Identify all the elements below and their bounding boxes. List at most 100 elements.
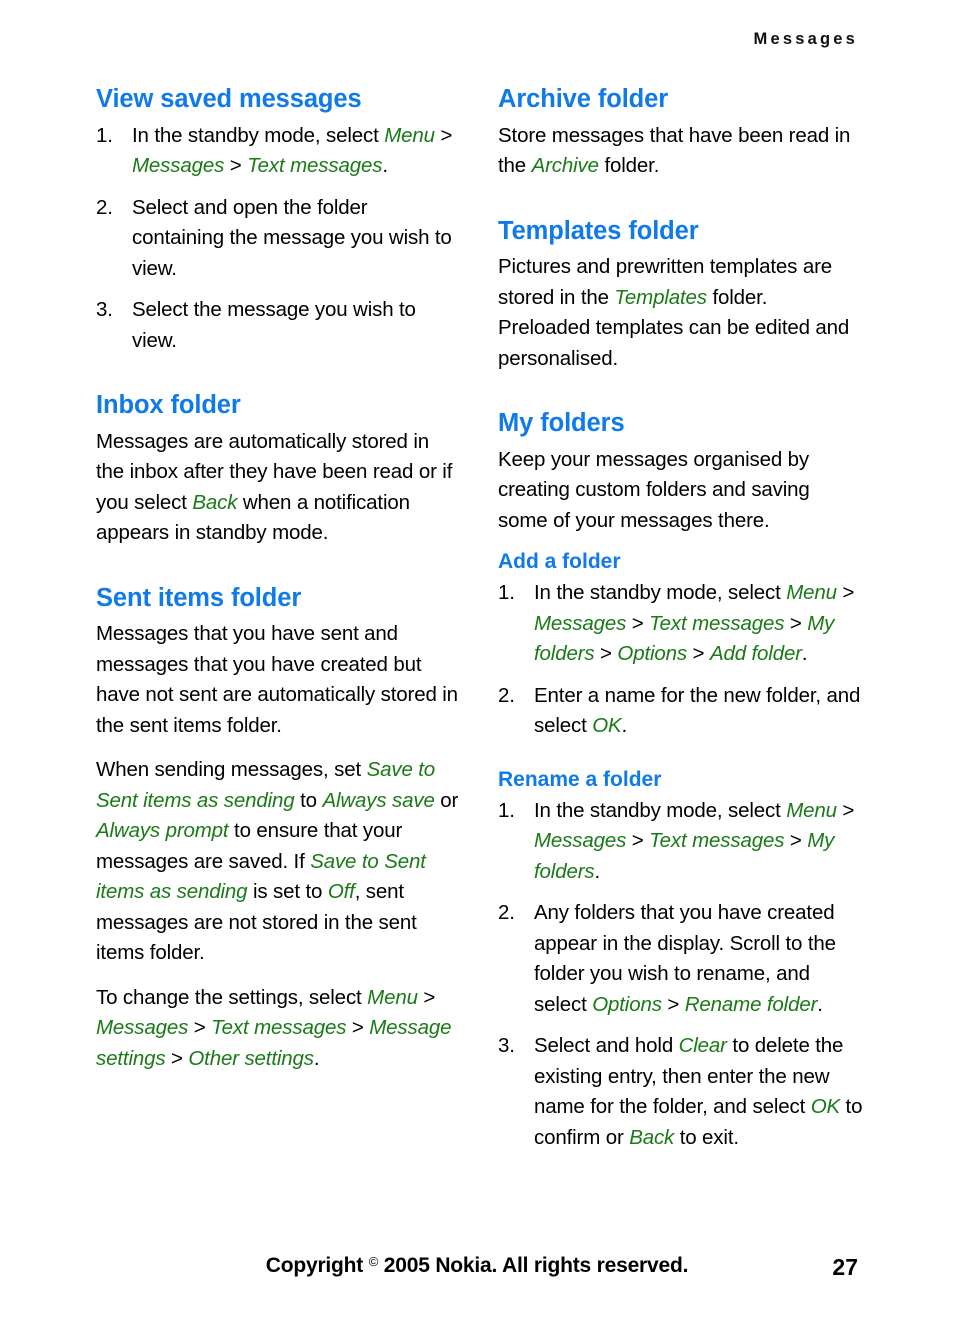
step-item: In the standby mode, select Menu > Messa… <box>498 578 864 670</box>
text-run: . <box>313 1046 320 1070</box>
path-separator: > <box>836 798 855 822</box>
text-run: . <box>801 642 808 666</box>
copyright-symbol: © <box>368 1254 379 1270</box>
body-paragraph: Pictures and prewritten templates are st… <box>498 252 864 374</box>
ui-term: Always prompt <box>96 819 229 843</box>
section-heading: Templates folder <box>498 216 699 245</box>
right-column: Archive folder Store messages that have b… <box>498 85 864 1206</box>
ui-term: Back <box>192 490 238 514</box>
section-heading: Sent items folder <box>96 583 302 612</box>
path-separator: > <box>836 581 855 605</box>
ui-term: Back <box>629 1125 675 1149</box>
ui-term: Off <box>327 880 355 904</box>
text-run: is set to <box>247 880 328 904</box>
ui-term: Archive <box>531 154 599 178</box>
text-run: or <box>434 788 459 812</box>
step-item: Select the message you wish to view. <box>96 295 462 356</box>
text-run: In the standby mode, select <box>534 798 787 822</box>
ui-term: Text messages <box>247 154 383 178</box>
page-number: 27 <box>832 1254 858 1280</box>
text-run: . <box>817 992 823 1016</box>
ui-term: Templates <box>614 285 707 309</box>
copyright-suffix: 2005 Nokia. All rights reserved. <box>378 1254 689 1277</box>
ui-term: OK <box>592 714 622 738</box>
body-paragraph: Messages are automatically stored in the… <box>96 427 462 549</box>
numbered-step-list: In the standby mode, select Menu > Messa… <box>96 121 462 357</box>
section-heading: My folders <box>498 409 625 438</box>
path-separator: > <box>784 611 808 635</box>
subsection-heading: Add a folder <box>498 550 621 574</box>
ui-term: Add folder <box>709 642 802 666</box>
ui-term: Other settings <box>188 1046 314 1070</box>
ui-term: Text messages <box>211 1016 347 1040</box>
ui-term: Rename folder <box>684 992 818 1016</box>
text-run: In the standby mode, select <box>534 581 787 605</box>
section-heading: View saved messages <box>96 85 362 113</box>
path-separator: > <box>434 123 453 147</box>
ui-term: Text messages <box>649 611 785 635</box>
step-item: Any folders that you have created appear… <box>498 898 864 1020</box>
step-item: In the standby mode, select Menu > Messa… <box>96 121 462 182</box>
ui-term: Menu <box>786 798 837 822</box>
left-column: View saved messages In the standby mode, … <box>96 85 462 1206</box>
ui-term: Messages <box>96 1016 189 1040</box>
text-run: . <box>382 154 388 178</box>
ui-term: Options <box>617 642 688 666</box>
ui-term: Messages <box>132 154 225 178</box>
path-separator: > <box>784 829 808 853</box>
path-separator: > <box>661 992 685 1016</box>
path-separator: > <box>626 611 650 635</box>
body-paragraph: Messages that you have sent and messages… <box>96 619 462 741</box>
ui-term: Messages <box>534 611 627 635</box>
page-body: View saved messages In the standby mode, … <box>96 85 864 1206</box>
step-item: In the standby mode, select Menu > Messa… <box>498 796 864 888</box>
text-run: Keep your messages organised by creating… <box>498 447 810 532</box>
text-run: folder. <box>598 154 660 178</box>
numbered-step-list: In the standby mode, select Menu > Messa… <box>498 796 864 1154</box>
body-paragraph: When sending messages, set Save to Sent … <box>96 755 462 969</box>
text-run: . <box>621 714 628 738</box>
path-separator: > <box>594 642 618 666</box>
subsection-heading: Rename a folder <box>498 767 662 791</box>
path-separator: > <box>165 1046 189 1070</box>
path-separator: > <box>626 829 650 853</box>
ui-term: Menu <box>384 123 435 147</box>
text-run: to exit. <box>674 1125 739 1149</box>
path-separator: > <box>687 642 710 666</box>
section-heading: Inbox folder <box>96 391 241 420</box>
path-separator: > <box>224 154 248 178</box>
copyright-notice: Copyright © 2005 Nokia. All rights reser… <box>266 1254 689 1278</box>
step-item: Select and open the folder containing th… <box>96 193 462 285</box>
ui-term: OK <box>810 1095 841 1119</box>
path-separator: > <box>417 985 436 1009</box>
path-separator: > <box>346 1016 370 1040</box>
ui-term: Text messages <box>649 829 785 853</box>
text-run: Messages that you have sent and messages… <box>96 622 458 737</box>
text-run: When sending messages, set <box>96 758 367 782</box>
text-run: Enter a name for the new folder, and sel… <box>534 683 861 738</box>
ui-term: Options <box>592 992 662 1016</box>
ui-term: Clear <box>678 1034 727 1058</box>
text-run: . <box>594 859 601 883</box>
section-heading: Archive folder <box>498 85 669 113</box>
text-run: to <box>294 788 323 812</box>
step-item: Select and hold Clear to delete the exis… <box>498 1031 864 1153</box>
ui-term: Menu <box>786 581 837 605</box>
page-footer: Copyright © 2005 Nokia. All rights reser… <box>96 1254 858 1288</box>
body-paragraph: To change the settings, select Menu > Me… <box>96 983 462 1075</box>
text-run: Select the message you wish to view. <box>132 298 416 352</box>
body-paragraph: Keep your messages organised by creating… <box>498 445 864 537</box>
text-run: To change the settings, select <box>96 985 368 1009</box>
text-run: Select and hold <box>534 1034 679 1058</box>
copyright-prefix: Copyright <box>265 1254 369 1277</box>
text-run: In the standby mode, select <box>132 123 385 147</box>
text-run: Select and open the folder containing th… <box>132 195 452 280</box>
step-item: Enter a name for the new folder, and sel… <box>498 681 864 742</box>
ui-term: Always save <box>322 788 435 812</box>
running-header-title: Messages <box>753 30 858 48</box>
body-paragraph: Store messages that have been read in th… <box>498 121 864 182</box>
ui-term: Messages <box>534 829 627 853</box>
ui-term: Menu <box>367 985 418 1009</box>
numbered-step-list: In the standby mode, select Menu > Messa… <box>498 578 864 742</box>
path-separator: > <box>188 1016 212 1040</box>
